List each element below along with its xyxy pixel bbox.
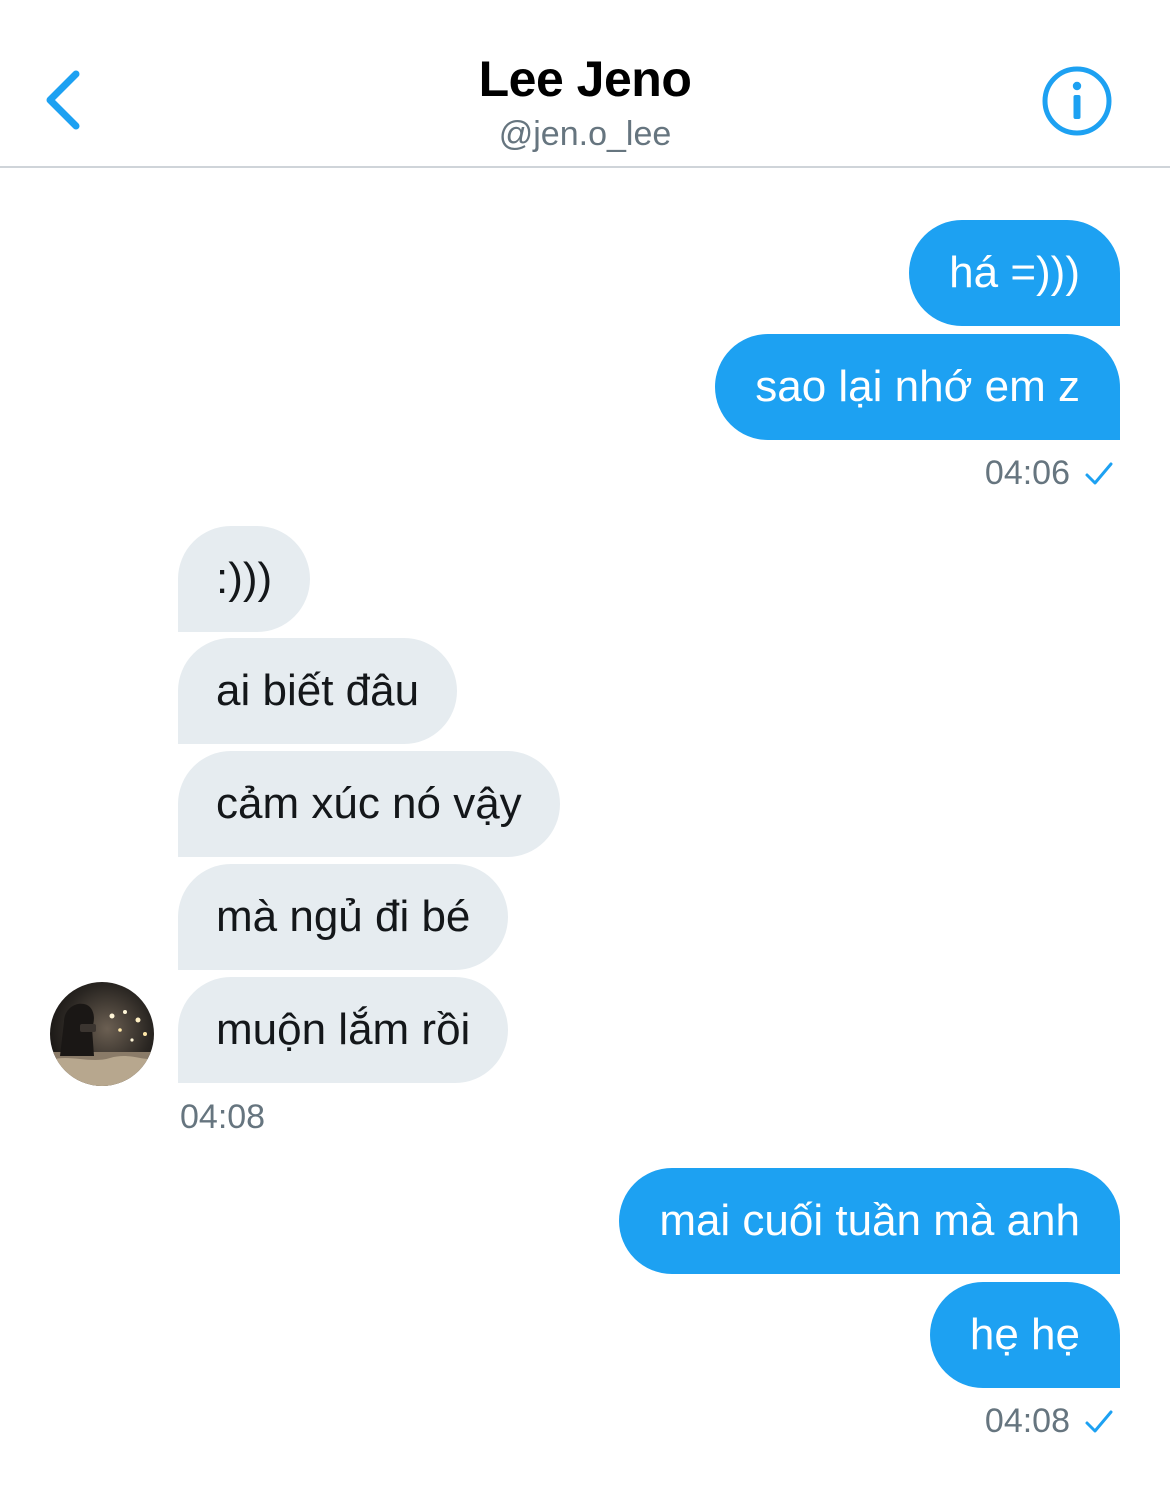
- outgoing-message-bubble[interactable]: hẹ hẹ: [929, 1282, 1120, 1388]
- contact-avatar[interactable]: [50, 982, 154, 1086]
- incoming-message-bubble[interactable]: ai biết đâu: [178, 638, 458, 744]
- outgoing-message-bubble[interactable]: mai cuối tuần mà anh: [619, 1168, 1120, 1274]
- contact-name: Lee Jeno: [478, 51, 692, 107]
- message-row: :))): [178, 526, 311, 632]
- incoming-message-bubble[interactable]: cảm xúc nó vậy: [178, 751, 560, 857]
- conversation-title-block[interactable]: Lee Jeno @jen.o_lee: [300, 48, 870, 156]
- message-row: hẹ hẹ: [929, 1282, 1120, 1388]
- incoming-message-bubble[interactable]: muộn lắm rồi: [178, 977, 509, 1083]
- message-row: há =))): [909, 220, 1120, 326]
- avatar-photo: [50, 982, 154, 1086]
- message-meta: 04:08: [985, 1402, 1114, 1441]
- message-row: muộn lắm rồi: [178, 977, 509, 1083]
- outgoing-message-bubble[interactable]: há =))): [909, 220, 1120, 326]
- message-row: mà ngủ đi bé: [178, 864, 509, 970]
- outgoing-message-bubble[interactable]: sao lại nhớ em z: [715, 334, 1120, 440]
- message-row: ai biết đâu: [178, 638, 458, 744]
- chevron-left-icon: [46, 70, 80, 130]
- message-row: mai cuối tuần mà anh: [619, 1168, 1120, 1274]
- contact-handle: @jen.o_lee: [498, 115, 672, 153]
- check-icon: [1085, 462, 1113, 484]
- message-timestamp: 04:08: [984, 1402, 1070, 1440]
- back-button[interactable]: [34, 62, 94, 138]
- message-row: cảm xúc nó vậy: [178, 751, 560, 857]
- message-meta: 04:08: [180, 1098, 265, 1137]
- info-circle-icon: [1042, 66, 1112, 136]
- message-row: sao lại nhớ em z: [715, 334, 1120, 440]
- message-meta: 04:06: [985, 454, 1114, 493]
- message-timestamp: 04:08: [180, 1098, 266, 1136]
- conversation-header: Lee Jeno @jen.o_lee: [0, 0, 1170, 168]
- incoming-message-bubble[interactable]: mà ngủ đi bé: [178, 864, 509, 970]
- check-icon: [1085, 1410, 1113, 1432]
- incoming-message-bubble[interactable]: :))): [178, 526, 311, 632]
- message-timestamp: 04:06: [984, 454, 1070, 492]
- conversation-info-button[interactable]: [1040, 64, 1114, 138]
